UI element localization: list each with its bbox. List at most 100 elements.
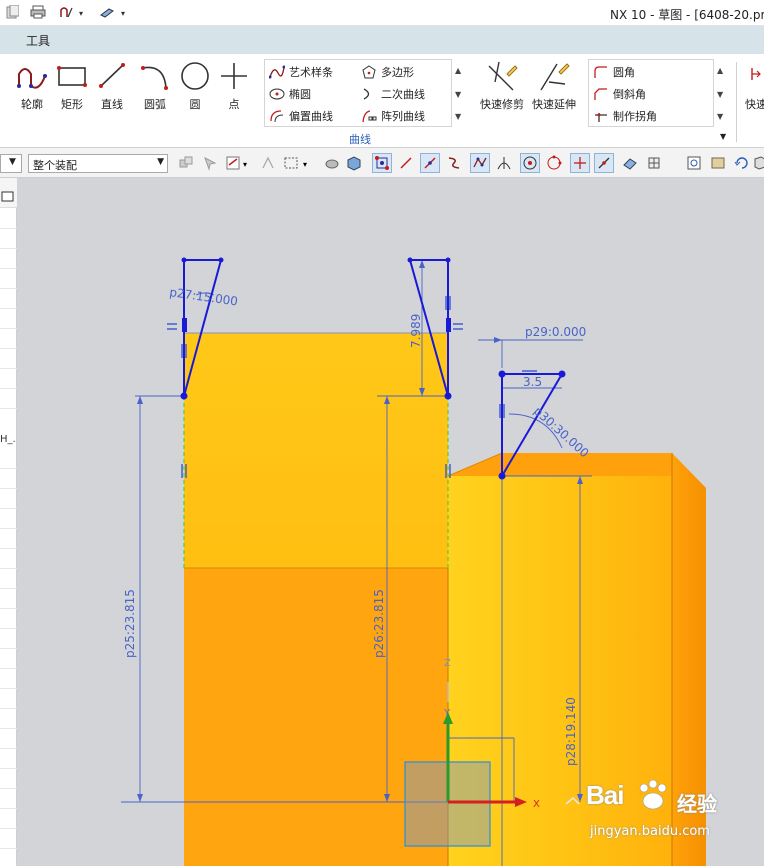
line-button[interactable]: 直线 xyxy=(90,60,134,120)
menu-tools[interactable]: 工具 xyxy=(26,32,50,49)
dim-p27[interactable]: p27:15.000 xyxy=(169,285,239,308)
navigator-pin-icon[interactable] xyxy=(1,190,15,204)
dim-p25[interactable]: p25:23.815 xyxy=(123,589,137,658)
pattern-curve-item[interactable]: 阵列曲线 xyxy=(361,106,425,126)
dim-p30[interactable]: p30:30.000 xyxy=(531,404,592,461)
watermark-brand: Bai xyxy=(586,780,624,810)
polygon-item[interactable]: 多边形 xyxy=(361,62,414,82)
profile-menu-icon[interactable]: ▾ xyxy=(58,3,90,21)
svg-text:▾: ▾ xyxy=(243,160,247,169)
snap-point-on-curve-icon[interactable] xyxy=(594,153,614,173)
quick-trim-button[interactable]: 快速修剪 xyxy=(478,60,526,120)
nav-divider xyxy=(0,668,17,669)
x-axis-label: X xyxy=(533,799,540,810)
nav-divider xyxy=(0,388,17,389)
rectangle-select-icon[interactable]: ▾ xyxy=(282,153,314,173)
selection-mode-icon[interactable]: ▾ xyxy=(224,153,252,173)
profile-button[interactable]: 轮廓 xyxy=(10,60,54,120)
paste-icon[interactable] xyxy=(2,3,22,21)
corner-scroll-down-icon[interactable]: ▼ xyxy=(717,90,723,99)
pattern-curve-label: 阵列曲线 xyxy=(381,110,425,123)
group-expand-icon[interactable]: ▼ xyxy=(720,132,726,141)
point-button[interactable]: 点 xyxy=(212,60,256,120)
selection-toolbar: ▼ 整个装配 ▼ ▾ ▾ xyxy=(0,148,764,178)
conic-item[interactable]: 二次曲线 xyxy=(361,84,425,104)
nav-divider xyxy=(0,288,17,289)
snap-control-point-icon[interactable] xyxy=(470,153,490,173)
snap-existing-point-icon[interactable] xyxy=(570,153,590,173)
select-all-icon[interactable] xyxy=(258,153,278,173)
gallery-more-icon[interactable]: ▼ xyxy=(455,112,461,121)
nav-divider xyxy=(0,728,17,729)
arc-button[interactable]: 圆弧 xyxy=(133,60,177,120)
nav-divider xyxy=(0,808,17,809)
chamfer-item[interactable]: 倒斜角 xyxy=(593,84,646,104)
selection-scope-select[interactable]: 整个装配 ▼ xyxy=(28,154,168,173)
rectangle-icon xyxy=(57,66,87,87)
snap-curve-icon[interactable] xyxy=(444,153,464,173)
nav-divider xyxy=(0,628,17,629)
body-upper-face[interactable] xyxy=(184,333,448,568)
quick-dimension-button[interactable]: 快速 xyxy=(744,60,764,120)
navigator-node-label[interactable]: H_. xyxy=(0,434,16,445)
quick-trim-label: 快速修剪 xyxy=(480,98,524,111)
corner-more-icon[interactable]: ▼ xyxy=(717,112,723,121)
snap-quadrant-icon[interactable] xyxy=(544,153,564,173)
corner-scroll-up-icon[interactable]: ▲ xyxy=(717,66,723,75)
snap-face-icon[interactable] xyxy=(620,153,640,173)
pattern-curve-icon xyxy=(361,109,377,123)
select-components-icon[interactable] xyxy=(176,153,196,173)
graphics-window[interactable]: p27:15.000 7.989 p29:0.000 3.5 p30:30.00… xyxy=(17,178,764,866)
point-icon xyxy=(221,63,247,89)
quick-extend-button[interactable]: 快速延伸 xyxy=(530,60,578,120)
nav-divider xyxy=(0,788,17,789)
sketch-viewport[interactable]: p27:15.000 7.989 p29:0.000 3.5 p30:30.00… xyxy=(17,178,764,866)
rotate-view-icon[interactable] xyxy=(732,153,752,173)
dim-offset-top[interactable]: 7.989 xyxy=(409,314,423,348)
snap-midpoint-icon[interactable] xyxy=(420,153,440,173)
watermark-url: jingyan.baidu.com xyxy=(590,824,710,839)
snap-line-icon[interactable] xyxy=(396,153,416,173)
snap-grid-icon[interactable] xyxy=(644,153,664,173)
fillet-item[interactable]: 圆角 xyxy=(593,62,635,82)
dim-p26[interactable]: p26:23.815 xyxy=(372,589,386,658)
nav-divider xyxy=(0,328,17,329)
ellipse-item[interactable]: 椭圆 xyxy=(269,84,311,104)
snap-intersection-icon[interactable] xyxy=(494,153,514,173)
type-filter-dropdown[interactable]: ▼ xyxy=(0,154,22,173)
svg-text:▾: ▾ xyxy=(303,160,307,169)
polygon-icon xyxy=(361,65,377,79)
make-corner-icon xyxy=(593,109,609,123)
line-label: 直线 xyxy=(101,98,123,111)
zoom-area-icon[interactable] xyxy=(708,153,728,173)
y-axis-label: Y xyxy=(443,708,451,719)
dim-p29[interactable]: p29:0.000 xyxy=(525,325,586,339)
studio-spline-item[interactable]: 艺术样条 xyxy=(269,62,333,82)
orient-view-icon[interactable] xyxy=(750,153,764,173)
nav-divider xyxy=(0,268,17,269)
profile-icon xyxy=(17,68,47,89)
shaded-edges-icon[interactable] xyxy=(322,153,342,173)
nav-divider xyxy=(0,228,17,229)
circle-icon xyxy=(181,62,209,90)
make-corner-item[interactable]: 制作拐角 xyxy=(593,106,657,126)
gallery-scroll-down-icon[interactable]: ▼ xyxy=(455,90,461,99)
make-corner-label: 制作拐角 xyxy=(613,110,657,123)
arc-label: 圆弧 xyxy=(144,98,166,111)
dim-width-3-5[interactable]: 3.5 xyxy=(523,375,542,389)
select-arrow-icon[interactable] xyxy=(200,153,220,173)
dim-p28[interactable]: p28:19.140 xyxy=(564,697,578,766)
rectangle-button[interactable]: 矩形 xyxy=(50,60,94,120)
brush-menu-icon[interactable]: ▾ xyxy=(98,3,130,21)
nav-divider xyxy=(0,568,17,569)
fit-view-icon[interactable] xyxy=(684,153,704,173)
print-icon[interactable] xyxy=(28,3,48,21)
snap-end-point-icon[interactable] xyxy=(372,153,392,173)
svg-text:▾: ▾ xyxy=(79,9,83,18)
line-icon xyxy=(99,63,125,88)
shaded-body-icon[interactable] xyxy=(344,153,364,173)
snap-arc-center-icon[interactable] xyxy=(520,153,540,173)
gallery-scroll-up-icon[interactable]: ▲ xyxy=(455,66,461,75)
offset-curve-item[interactable]: 偏置曲线 xyxy=(269,106,333,126)
circle-button[interactable]: 圆 xyxy=(173,60,217,120)
